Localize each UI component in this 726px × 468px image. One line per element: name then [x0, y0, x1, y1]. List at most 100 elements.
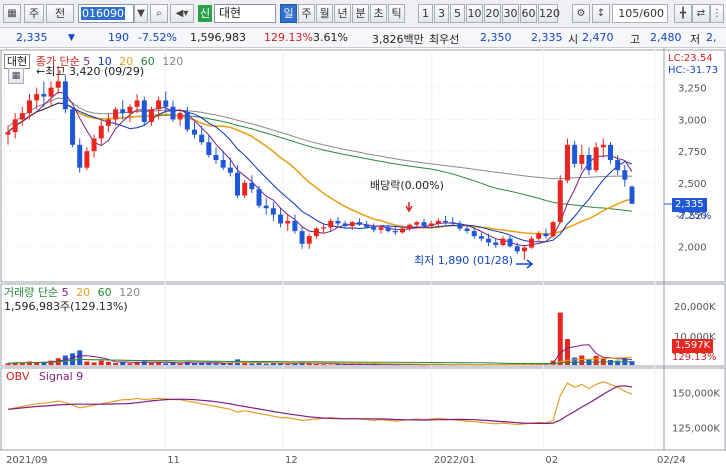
candle-body [579, 154, 585, 164]
volume-bar [213, 363, 219, 365]
arrow-icon[interactable]: ↕ [592, 4, 610, 23]
low-label: 저 [690, 33, 701, 46]
candle-body [19, 113, 25, 120]
x-axis-band [0, 450, 726, 468]
stock-code-value: 016090 [81, 7, 125, 20]
pref-ask: 2,335 [531, 31, 563, 44]
candle-body [263, 205, 269, 209]
candle-body [443, 220, 449, 223]
candle-body [607, 144, 613, 161]
candle-body [321, 227, 327, 229]
candle-body [105, 119, 111, 126]
minute-button-2[interactable]: 5 [450, 4, 465, 23]
volume-bar [113, 363, 119, 365]
minute-button-7[interactable]: 120 [538, 4, 560, 23]
current-price-tag: 2,335 [672, 198, 707, 212]
minute-button-4[interactable]: 20 [484, 4, 501, 23]
volume-bar [615, 360, 621, 365]
period-tab-6[interactable]: 틱 [388, 4, 405, 23]
candle-body [615, 160, 621, 171]
candle-body [48, 87, 54, 97]
more-icon[interactable]: ⋮ [710, 4, 724, 23]
candle-body [313, 228, 319, 237]
grid-icon[interactable]: ▦ [3, 4, 21, 23]
stock-name-field[interactable]: 대현 [214, 4, 276, 23]
candle-body [77, 144, 83, 168]
obv-legend: OBV Signal 9 [6, 370, 83, 383]
settings-icon[interactable]: ⚙ [572, 4, 590, 23]
candle-body [428, 223, 434, 226]
candle-body [84, 151, 90, 168]
expand-icon[interactable]: ╋ [674, 4, 692, 23]
candle-body [270, 208, 276, 215]
candle-body [256, 189, 262, 206]
lc-label: LC:23.54 [668, 53, 713, 64]
speaker-icon[interactable]: ◀▾ [170, 4, 194, 23]
calculator-icon[interactable]: ▦ [8, 68, 24, 84]
period-tab-2[interactable]: 월 [316, 4, 333, 23]
minute-button-0[interactable]: 1 [418, 4, 433, 23]
chevron-down-icon[interactable]: ▼ [134, 4, 148, 23]
volume-bar [313, 363, 319, 365]
obv-legend-signal: Signal 9 [38, 370, 84, 383]
pref-label: 최우선 [429, 33, 460, 46]
period-tab-3[interactable]: 년 [334, 4, 351, 23]
volume-bar [328, 364, 334, 365]
minute-button-6[interactable]: 60 [520, 4, 537, 23]
candle-body [521, 247, 527, 252]
stock-chart[interactable]: 3,250 3,000 2,750 2,500 2,250 2,000 20,000K 10,… [0, 48, 726, 468]
x-tick-5: 02/24 [657, 455, 686, 466]
minute-button-3[interactable]: 10 [466, 4, 483, 23]
current-price: 2,335 [16, 31, 48, 44]
volume-bar [127, 363, 133, 365]
search-icon[interactable]: ⌕ [150, 4, 168, 23]
mode-button-1[interactable]: 주 [24, 4, 44, 23]
candle-body [41, 94, 47, 97]
candle-body [536, 233, 542, 239]
minute-button-5[interactable]: 30 [502, 4, 519, 23]
candle-body [34, 94, 40, 101]
period-tab-1[interactable]: 주 [298, 4, 315, 23]
candle-body [227, 167, 233, 173]
period-tab-0[interactable]: 일 [280, 4, 297, 23]
volume-bar [98, 360, 104, 365]
candle-body [414, 222, 420, 225]
volume-bar [163, 363, 169, 365]
candle-body [421, 222, 427, 226]
candle-body [249, 182, 255, 190]
hc-label: HC:-31.73 [668, 65, 719, 76]
candle-body [113, 109, 119, 120]
candle-body [464, 228, 470, 232]
candle-body [529, 238, 535, 248]
period-tab-5[interactable]: 초 [370, 4, 387, 23]
obv-tick-0: 150,000K [672, 389, 720, 400]
volume-bar [572, 357, 578, 365]
volume-bar [263, 363, 269, 365]
candle-body [213, 154, 219, 161]
candle-body [292, 220, 298, 232]
candle-body [457, 223, 463, 229]
volume-bar [249, 363, 255, 365]
compare-icon[interactable]: ⇄ [692, 4, 710, 23]
volume-bar [593, 355, 599, 365]
candle-body [543, 233, 549, 237]
minute-button-1[interactable]: 3 [434, 4, 449, 23]
high-value: 2,480 [650, 31, 682, 44]
candle-body [435, 220, 441, 224]
period-tab-4[interactable]: 분 [352, 4, 369, 23]
candle-body [486, 238, 492, 243]
candle-body [62, 81, 68, 110]
candle-body [120, 109, 126, 114]
candle-body [27, 100, 33, 114]
stock-code-input[interactable]: 016090 [78, 4, 134, 23]
candle-body [306, 236, 312, 244]
candle-body [356, 222, 362, 225]
down-arrow-icon: ▼ [68, 33, 75, 43]
chart-canvas[interactable]: 3,2503,0002,7502,5002,2502,00020,000K10,… [0, 48, 726, 468]
candle-body [364, 224, 370, 228]
mode-button-2[interactable]: 전 [46, 4, 74, 23]
candle-count-field[interactable]: 105/600 [612, 4, 668, 23]
volume-bar [91, 362, 97, 365]
turnover-pct: 3.61% [313, 31, 348, 44]
panel-frame-2 [0, 367, 726, 451]
